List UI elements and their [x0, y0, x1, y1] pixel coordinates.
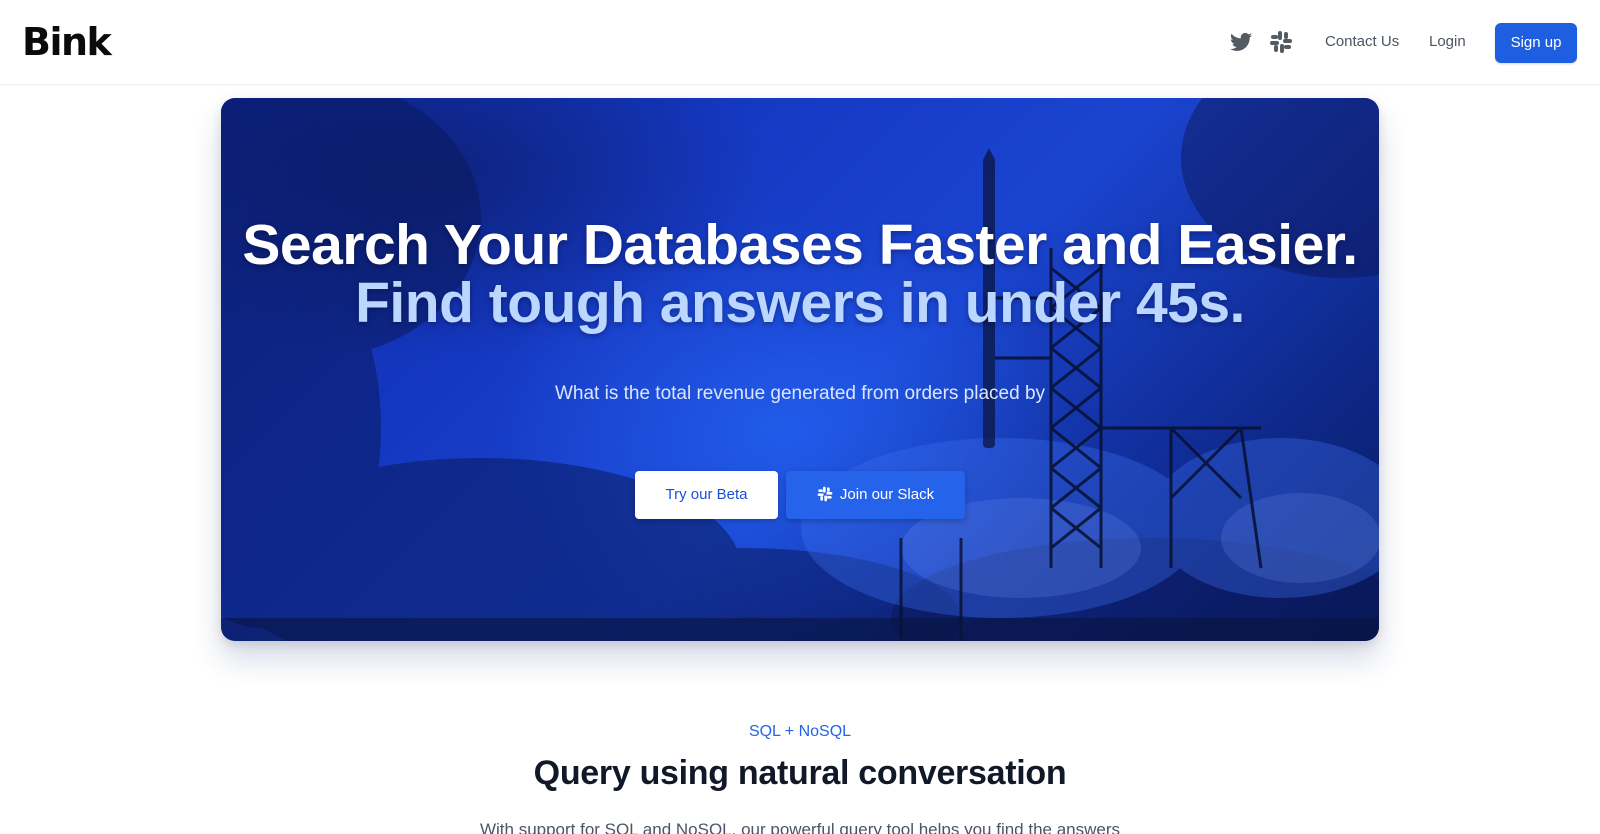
try-beta-button[interactable]: Try our Beta	[635, 471, 778, 519]
login-link[interactable]: Login	[1429, 32, 1466, 52]
slack-icon	[817, 486, 833, 502]
signup-button[interactable]: Sign up	[1495, 23, 1577, 63]
hero-example-query: What is the total revenue generated from…	[554, 383, 1046, 404]
features-title: Query using natural conversation	[533, 754, 1067, 792]
hero-subheadline: Find tough answers in under 45s.	[355, 271, 1245, 335]
site-header: Bink Contact Us Login Sign up	[0, 0, 1600, 85]
join-slack-label: Join our Slack	[839, 486, 935, 503]
bink-logo[interactable]: Bink	[22, 22, 112, 62]
hero-banner: Search Your Databases Faster and Easier.…	[221, 98, 1379, 641]
rocket-launch-background	[221, 98, 1379, 641]
hero-headline: Search Your Databases Faster and Easier.	[242, 213, 1358, 277]
contact-us-link[interactable]: Contact Us	[1325, 32, 1399, 52]
twitter-icon[interactable]	[1229, 30, 1253, 54]
features-eyebrow: SQL + NoSQL	[748, 723, 852, 740]
slack-icon[interactable]	[1269, 30, 1293, 54]
join-slack-button[interactable]: Join our Slack	[786, 471, 965, 519]
features-description: With support for SQL and NoSQL, our powe…	[479, 820, 1121, 834]
